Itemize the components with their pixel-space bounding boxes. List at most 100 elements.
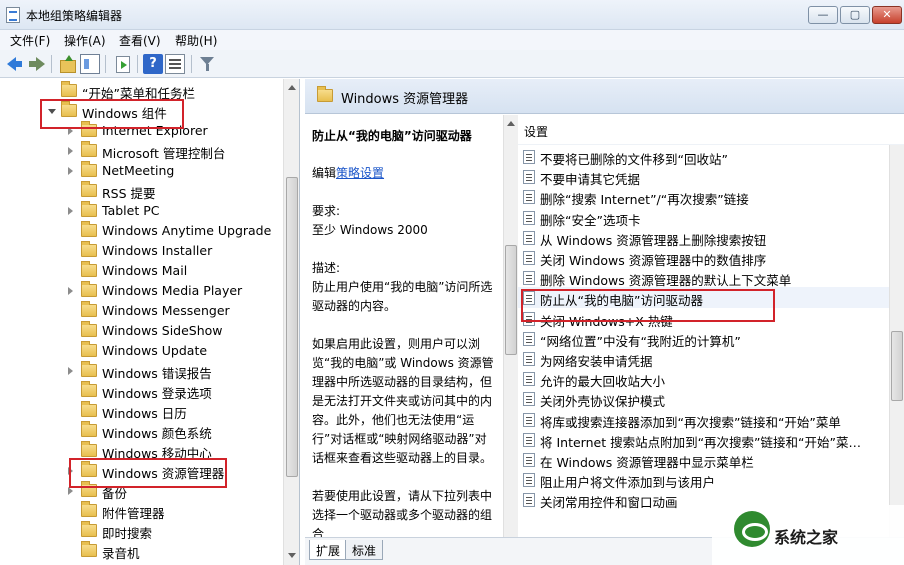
back-arrow-icon[interactable] xyxy=(5,54,25,74)
tree-item[interactable]: 即时搜索 xyxy=(0,521,284,541)
tree-item[interactable]: 备份 xyxy=(0,481,284,501)
menu-view[interactable]: 查看(V) xyxy=(119,32,161,49)
tree-item-label: Windows 资源管理器 xyxy=(102,466,225,481)
setting-row[interactable]: 将 Internet 搜索站点附加到“再次搜索”链接和“开始”菜… xyxy=(518,429,904,450)
setting-row[interactable]: 不要将已删除的文件移到“回收站” xyxy=(518,146,904,167)
tree-scrollbar-thumb[interactable] xyxy=(286,177,298,477)
setting-label: 删除“搜索 Internet”/“再次搜索”链接 xyxy=(540,192,749,208)
description-scrollbar[interactable] xyxy=(503,115,518,537)
maximize-button[interactable]: ▢ xyxy=(840,6,870,24)
setting-row[interactable]: 删除 Windows 资源管理器的默认上下文菜单 xyxy=(518,267,904,288)
toolbar-divider xyxy=(137,55,138,73)
expand-arrow-icon[interactable] xyxy=(68,167,73,175)
folder-icon xyxy=(81,541,97,557)
edit-policy-line: 编辑策略设置 xyxy=(312,164,497,183)
settings-list: 设置 不要将已删除的文件移到“回收站” 不要申请其它凭据删除“搜索 Interne… xyxy=(518,115,904,537)
setting-row[interactable]: 关闭外壳协议保护模式 xyxy=(518,388,904,409)
filter-icon[interactable] xyxy=(197,54,217,74)
expand-arrow-icon[interactable] xyxy=(68,487,73,495)
setting-row[interactable]: 将库或搜索连接器添加到“再次搜索”链接和“开始”菜单 xyxy=(518,409,904,430)
tree-item[interactable]: Windows Anytime Upgrade xyxy=(0,221,284,241)
expand-arrow-icon[interactable] xyxy=(68,287,73,295)
setting-row[interactable]: 关闭 Windows+X 热键 xyxy=(518,308,904,329)
tree-item[interactable]: Windows 组件 xyxy=(0,101,284,121)
policy-setting-icon xyxy=(523,190,535,205)
edit-policy-link[interactable]: 策略设置 xyxy=(336,166,384,180)
setting-row[interactable]: 关闭 Windows 资源管理器中的数值排序 xyxy=(518,247,904,268)
setting-row[interactable]: 允许的最大回收站大小 xyxy=(518,368,904,389)
tree-item[interactable]: “开始”菜单和任务栏 xyxy=(0,81,284,101)
tree-item[interactable]: Windows Mail xyxy=(0,261,284,281)
details-header-title: Windows 资源管理器 xyxy=(341,92,469,107)
tree-item-label: Windows Mail xyxy=(102,263,188,278)
tree-item[interactable]: Windows Messenger xyxy=(0,301,284,321)
tree-item[interactable]: 附件管理器 xyxy=(0,501,284,521)
tree-item[interactable]: Internet Explorer xyxy=(0,121,284,141)
tab-standard[interactable]: 标准 xyxy=(345,540,384,560)
tree-item-label: Windows 组件 xyxy=(82,106,167,121)
tree-item-label: 即时搜索 xyxy=(102,526,153,541)
policy-setting-icon xyxy=(523,311,535,326)
tree-item[interactable]: Windows Media Player xyxy=(0,281,284,301)
tab-extended[interactable]: 扩展 xyxy=(309,540,348,560)
tree-item[interactable]: Windows Update xyxy=(0,341,284,361)
setting-row[interactable]: 阻止用户将文件添加到与该用户 xyxy=(518,469,904,490)
up-one-level-icon[interactable] xyxy=(57,54,77,74)
setting-row[interactable]: “网络位置”中没有“我附近的计算机” xyxy=(518,328,904,349)
folder-icon xyxy=(81,181,97,197)
folder-icon xyxy=(81,201,97,217)
setting-row[interactable]: 从 Windows 资源管理器上删除搜索按钮 xyxy=(518,227,904,248)
export-list-icon[interactable] xyxy=(112,54,132,74)
menu-action[interactable]: 操作(A) xyxy=(64,32,106,49)
description-scrollbar-thumb[interactable] xyxy=(505,245,517,355)
setting-row[interactable]: 防止从“我的电脑”访问驱动器 xyxy=(518,287,904,309)
setting-row[interactable]: 在 Windows 资源管理器中显示菜单栏 xyxy=(518,449,904,470)
setting-row[interactable]: 不要申请其它凭据 xyxy=(518,166,904,187)
tree-item[interactable]: Tablet PC xyxy=(0,201,284,221)
policy-setting-icon xyxy=(523,372,535,387)
tree-item[interactable]: NetMeeting xyxy=(0,161,284,181)
setting-row[interactable]: 为网络安装申请凭据 xyxy=(518,348,904,369)
scroll-up-arrow-icon[interactable] xyxy=(288,85,296,90)
tree-item[interactable]: 录音机 xyxy=(0,541,284,561)
forward-arrow-icon[interactable] xyxy=(27,54,47,74)
scroll-up-arrow-icon[interactable] xyxy=(507,121,515,126)
setting-row[interactable]: 删除“搜索 Internet”/“再次搜索”链接 xyxy=(518,186,904,207)
expand-arrow-icon[interactable] xyxy=(68,147,73,155)
tree-item[interactable]: Windows 颜色系统 xyxy=(0,421,284,441)
expand-arrow-icon[interactable] xyxy=(68,467,73,475)
settings-column-header[interactable]: 设置 xyxy=(518,123,904,145)
help-icon[interactable]: ? xyxy=(143,54,163,74)
settings-scrollbar-thumb[interactable] xyxy=(891,331,903,401)
show-hide-tree-icon[interactable] xyxy=(80,54,100,74)
menu-bar: 文件(F) 操作(A) 查看(V) 帮助(H) xyxy=(0,30,904,50)
expand-arrow-icon[interactable] xyxy=(68,207,73,215)
close-button[interactable]: ✕ xyxy=(872,6,902,24)
tree-item[interactable]: Microsoft 管理控制台 xyxy=(0,141,284,161)
folder-icon xyxy=(81,161,97,177)
expand-arrow-icon[interactable] xyxy=(68,367,73,375)
properties-icon[interactable] xyxy=(165,54,185,74)
menu-help[interactable]: 帮助(H) xyxy=(175,32,217,49)
setting-row[interactable]: 删除“安全”选项卡 xyxy=(518,207,904,228)
tree-item-label: RSS 提要 xyxy=(102,186,156,201)
tree-item[interactable]: Windows 错误报告 xyxy=(0,361,284,381)
minimize-button[interactable]: — xyxy=(808,6,838,24)
tree-item[interactable]: Windows 移动中心 xyxy=(0,441,284,461)
tree-item[interactable]: Windows 日历 xyxy=(0,401,284,421)
tree-item[interactable]: Windows 登录选项 xyxy=(0,381,284,401)
folder-icon xyxy=(81,441,97,457)
collapse-arrow-icon[interactable] xyxy=(48,109,56,114)
policy-setting-icon xyxy=(523,432,535,447)
tree-item[interactable]: Windows SideShow xyxy=(0,321,284,341)
settings-scrollbar[interactable] xyxy=(889,145,904,537)
tree-item[interactable]: Windows 资源管理器 xyxy=(0,461,284,481)
expand-arrow-icon[interactable] xyxy=(68,127,73,135)
folder-icon xyxy=(81,261,97,277)
tree-item[interactable]: Windows Installer xyxy=(0,241,284,261)
menu-file[interactable]: 文件(F) xyxy=(10,32,50,49)
scroll-down-arrow-icon[interactable] xyxy=(288,553,296,558)
tree-item[interactable]: RSS 提要 xyxy=(0,181,284,201)
policy-setting-icon xyxy=(523,331,535,346)
tree-scrollbar[interactable] xyxy=(283,79,299,565)
